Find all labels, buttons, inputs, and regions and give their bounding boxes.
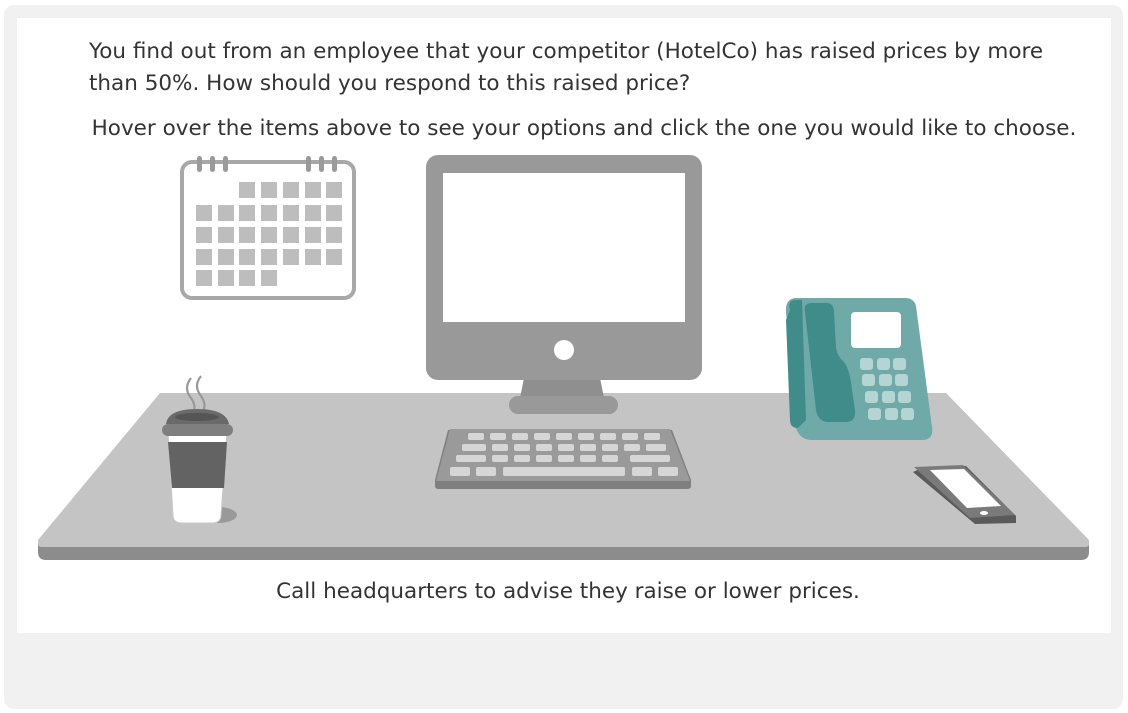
calendar-icon[interactable] xyxy=(180,156,356,300)
desk-phone-icon[interactable] xyxy=(785,298,933,440)
feedback-text: Call headquarters to advise they raise o… xyxy=(276,579,860,604)
desktop-computer-icon[interactable] xyxy=(426,155,702,414)
keyboard-icon[interactable] xyxy=(435,429,691,489)
